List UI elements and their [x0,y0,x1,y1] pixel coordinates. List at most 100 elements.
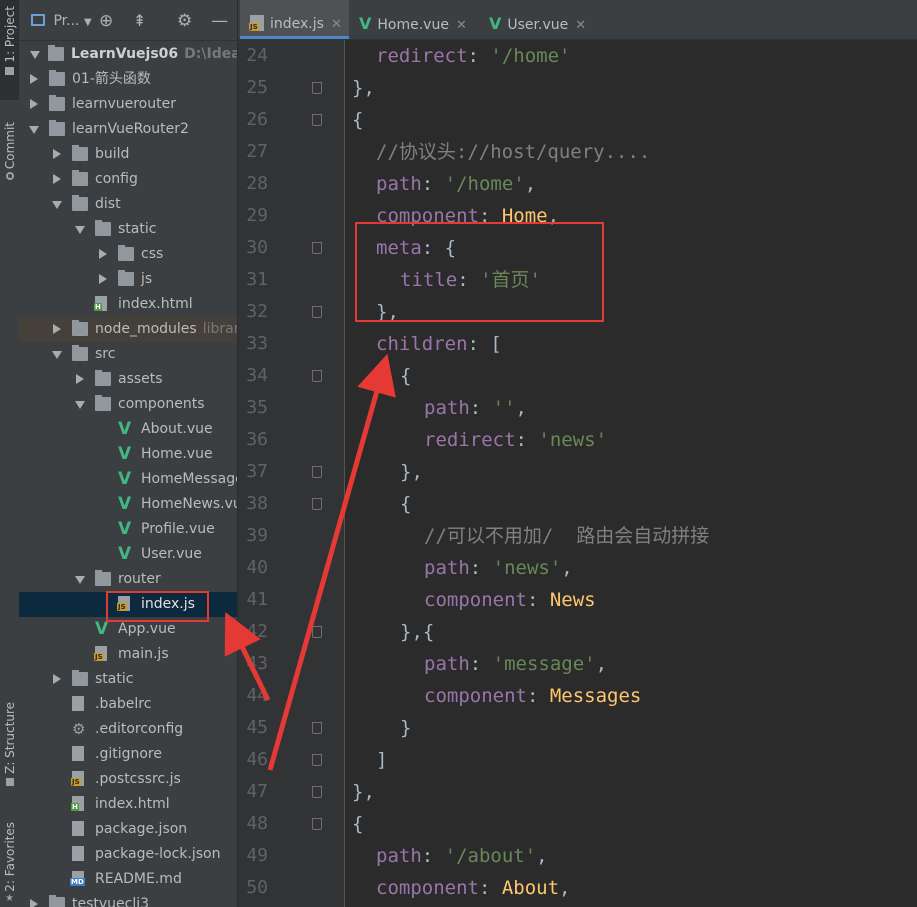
code-line[interactable]: 50 component: About, [238,872,917,904]
tree-item[interactable]: V Profile.vue [19,517,237,542]
tree-item[interactable]: Hindex.html [19,292,237,317]
project-tool-tab[interactable]: 1: Project [0,0,19,100]
chevron-down-icon[interactable] [75,226,85,234]
tree-item[interactable]: package.json [19,817,237,842]
tree-item[interactable]: static [19,217,237,242]
chevron-right-icon[interactable] [53,674,61,684]
code-line[interactable]: 47}, [238,776,917,808]
structure-tool-tab[interactable]: Z: Structure [0,698,19,798]
tree-item[interactable]: V Home.vue [19,442,237,467]
chevron-right-icon[interactable] [30,899,38,907]
fold-marker-icon[interactable] [312,242,322,254]
chevron-down-icon[interactable] [52,201,62,209]
code-line[interactable]: 26 { [238,104,917,136]
hide-icon[interactable]: — [211,13,228,30]
tree-item[interactable]: router [19,567,237,592]
tab-user-vue[interactable]: V User.vue ✕ [489,0,599,39]
code-line[interactable]: 40 path: 'news', [238,552,917,584]
locate-icon[interactable]: ⊕ [99,13,113,30]
close-icon[interactable]: ✕ [456,18,467,33]
favorites-tool-tab[interactable]: 2: Favorites ★ [0,818,19,907]
tree-item[interactable]: js [19,267,237,292]
tree-item[interactable]: 01-箭头函数 [19,67,237,92]
chevron-right-icon[interactable] [99,249,107,259]
fold-marker-icon[interactable] [312,466,322,478]
chevron-right-icon[interactable] [53,174,61,184]
tab-home-vue[interactable]: V Home.vue ✕ [359,0,477,39]
code-line[interactable]: 27 //协议头://host/query.... [238,136,917,168]
tree-item[interactable]: V HomeMessage [19,467,237,492]
tree-item[interactable]: config [19,167,237,192]
code-line[interactable]: 33 children: [ [238,328,917,360]
tree-item[interactable]: MD README.md [19,867,237,892]
code-line[interactable]: 41 component: News [238,584,917,616]
tree-item[interactable]: .babelrc [19,692,237,717]
tree-item[interactable]: V About.vue [19,417,237,442]
chevron-down-icon[interactable] [29,126,39,134]
tree-item[interactable]: JS main.js [19,642,237,667]
fold-marker-icon[interactable] [312,818,322,830]
commit-tool-tab[interactable]: Commit [0,118,19,198]
tree-item[interactable]: learnvuerouter [19,92,237,117]
code-line[interactable]: 43 path: 'message', [238,648,917,680]
fold-marker-icon[interactable] [312,370,322,382]
code-view[interactable]: 24 redirect: '/home' 25}, 26{27//协议头://host… [238,40,917,904]
fold-marker-icon[interactable] [312,722,322,734]
code-line[interactable]: 28 path: '/home', [238,168,917,200]
tree-item[interactable]: ⚙ .editorconfig [19,717,237,742]
code-line[interactable]: 37}, [238,456,917,488]
chevron-down-icon[interactable] [75,576,85,584]
code-line[interactable]: 25}, [238,72,917,104]
tree-item[interactable]: dist [19,192,237,217]
code-line[interactable]: 44 component: Messages [238,680,917,712]
code-line[interactable]: 42},{ [238,616,917,648]
code-line[interactable]: 48 { [238,808,917,840]
tree-item[interactable]: build [19,142,237,167]
tree-item[interactable]: .gitignore [19,742,237,767]
code-line[interactable]: 46] [238,744,917,776]
chevron-down-icon[interactable] [52,351,62,359]
tree-item[interactable]: package-lock.json [19,842,237,867]
chevron-right-icon[interactable] [99,274,107,284]
chevron-right-icon[interactable] [53,324,61,334]
code-line[interactable]: 45} [238,712,917,744]
code-line[interactable]: 39 //可以不用加/ 路由会自动拼接 [238,520,917,552]
close-icon[interactable]: ✕ [331,17,342,32]
code-line[interactable]: 34 { [238,360,917,392]
close-icon[interactable]: ✕ [575,18,586,33]
chevron-right-icon[interactable] [30,99,38,109]
code-line[interactable]: 38 { [238,488,917,520]
tree-item[interactable]: Hindex.html [19,792,237,817]
code-line[interactable]: 35 path: '', [238,392,917,424]
fold-marker-icon[interactable] [312,498,322,510]
tree-root[interactable]: LearnVuejs06 D:\IdeaProje [19,42,237,67]
tree-item[interactable]: node_modules librar [19,317,237,342]
gear-icon[interactable]: ⚙ [177,13,192,30]
tree-item[interactable]: V User.vue [19,542,237,567]
tree-item[interactable]: V HomeNews.vu [19,492,237,517]
chevron-down-icon[interactable] [75,401,85,409]
code-line[interactable]: 49 path: '/about', [238,840,917,872]
fold-marker-icon[interactable] [312,626,322,638]
project-view-selector[interactable]: Pr... ▼ [31,13,92,29]
tree-item[interactable]: testvuecli3 [19,892,237,907]
chevron-right-icon[interactable] [53,149,61,159]
tab-index-js[interactable]: JS index.js ✕ [240,0,349,39]
tree-item[interactable]: JS .postcssrc.js [19,767,237,792]
tree-item[interactable]: learnVueRouter2 [19,117,237,142]
chevron-right-icon[interactable] [76,374,84,384]
code-line[interactable]: 24 redirect: '/home' [238,40,917,72]
fold-marker-icon[interactable] [312,786,322,798]
tree-item[interactable]: assets [19,367,237,392]
tree-item[interactable]: components [19,392,237,417]
code-line[interactable]: 36 redirect: 'news' [238,424,917,456]
fold-marker-icon[interactable] [312,114,322,126]
fold-marker-icon[interactable] [312,82,322,94]
fold-marker-icon[interactable] [312,306,322,318]
tree-item[interactable]: static [19,667,237,692]
fold-marker-icon[interactable] [312,754,322,766]
tree-item[interactable]: css [19,242,237,267]
chevron-right-icon[interactable] [30,74,38,84]
collapse-all-icon[interactable]: ⇞ [133,13,146,29]
tree-item[interactable]: src [19,342,237,367]
